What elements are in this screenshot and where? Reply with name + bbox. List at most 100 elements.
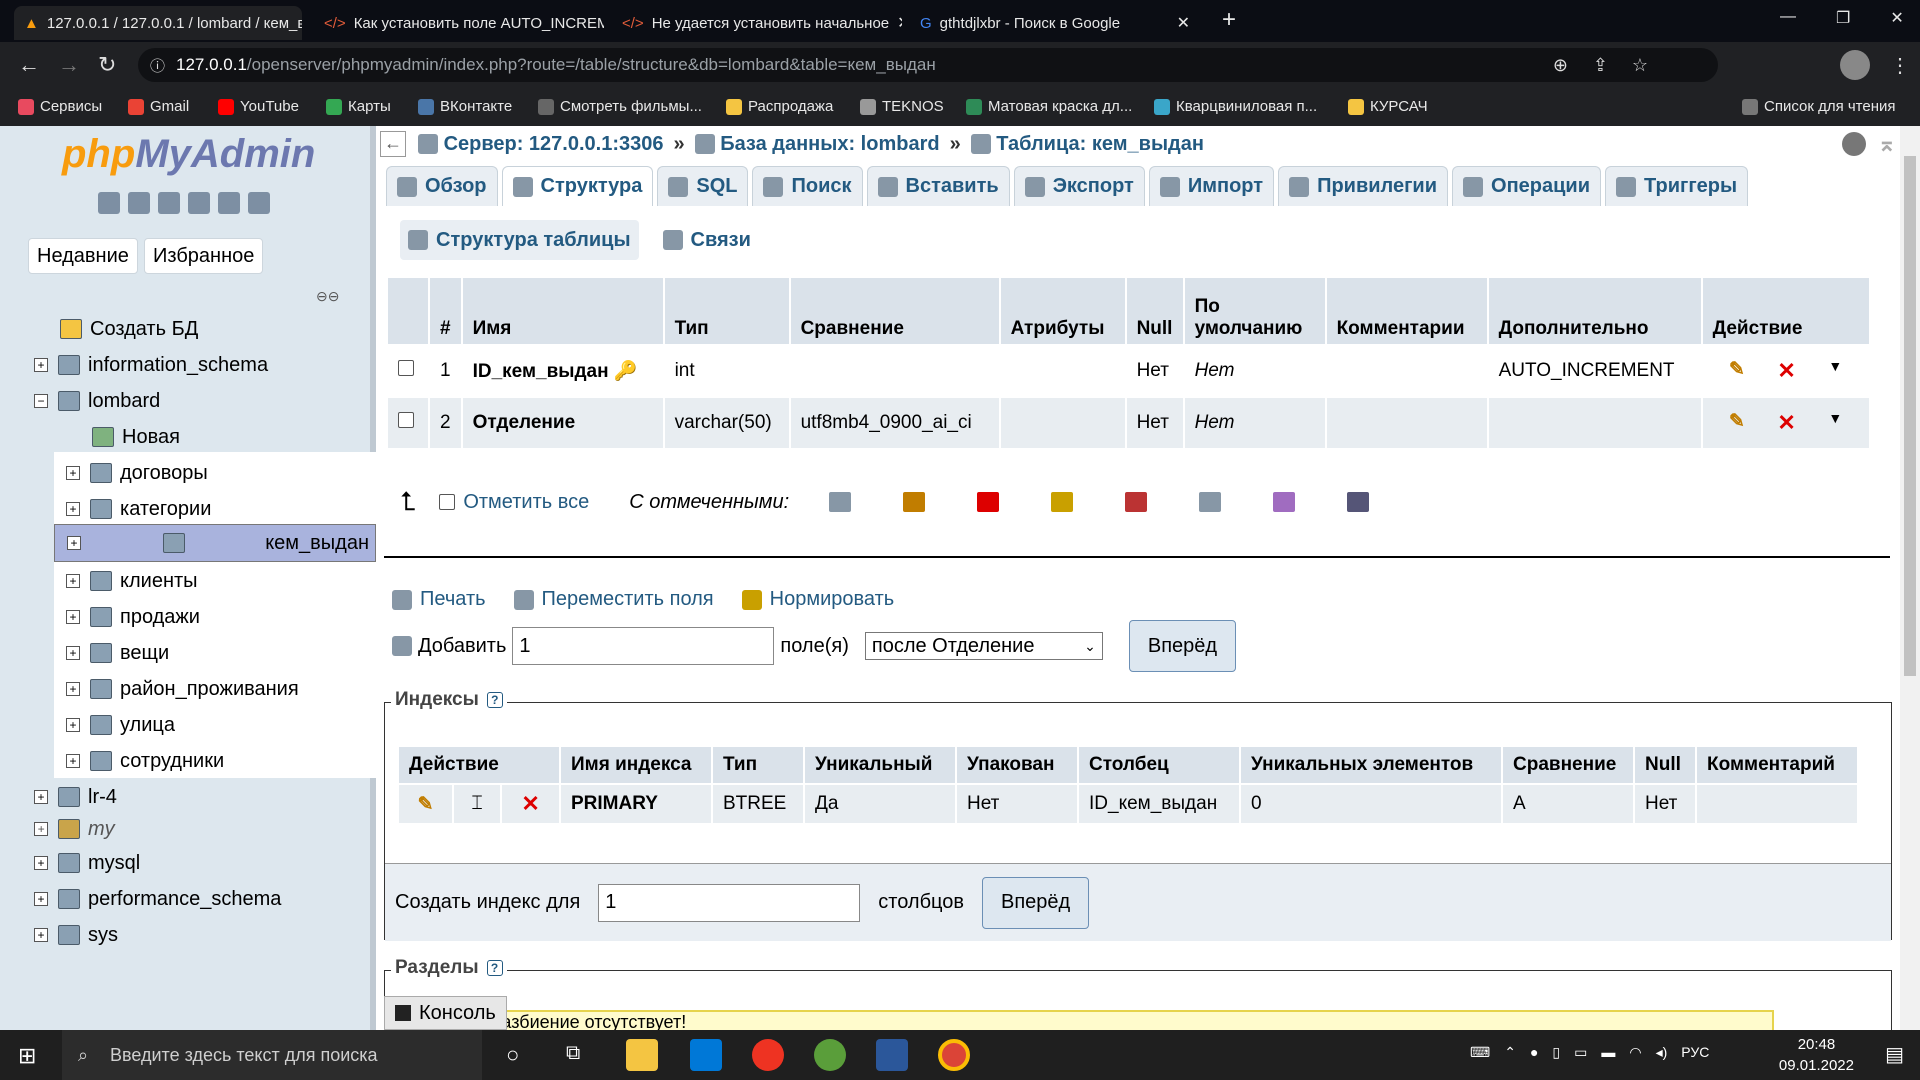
table-new[interactable]: Новая bbox=[92, 420, 180, 454]
zoom-icon[interactable]: ⊕ bbox=[1553, 55, 1568, 76]
expand-icon[interactable]: + bbox=[66, 646, 80, 660]
bookmark-youtube[interactable]: YouTube bbox=[218, 98, 299, 115]
expand-icon[interactable]: + bbox=[34, 856, 48, 870]
collapse-nav-icon[interactable]: ← bbox=[380, 131, 406, 157]
expand-icon[interactable]: + bbox=[66, 718, 80, 732]
volume-icon[interactable]: ◂) bbox=[1656, 1044, 1668, 1061]
delete-icon[interactable]: ✕ bbox=[1777, 358, 1795, 384]
breadcrumb-database[interactable]: База данных: lombard bbox=[720, 133, 939, 156]
home-icon[interactable] bbox=[98, 192, 120, 214]
db-performance-schema[interactable]: + performance_schema bbox=[34, 882, 281, 916]
breadcrumb-table[interactable]: Таблица: кем_выдан bbox=[996, 133, 1204, 156]
expand-icon[interactable]: + bbox=[66, 574, 80, 588]
create-db-item[interactable]: Создать БД bbox=[60, 312, 198, 346]
torrent-icon[interactable] bbox=[814, 1039, 846, 1071]
expand-icon[interactable]: + bbox=[34, 928, 48, 942]
tab-structure[interactable]: Структура bbox=[501, 166, 654, 206]
close-window-icon[interactable]: ✕ bbox=[1890, 8, 1903, 28]
table-item[interactable]: + район_проживания bbox=[66, 672, 299, 706]
help-icon[interactable]: ? bbox=[486, 960, 503, 976]
tab-operations[interactable]: Операции bbox=[1452, 166, 1602, 206]
row-checkbox[interactable] bbox=[398, 360, 414, 376]
dropdown-icon[interactable]: ▼ bbox=[1828, 410, 1842, 436]
exit-icon[interactable] bbox=[128, 192, 150, 214]
tab-insert[interactable]: Вставить bbox=[866, 166, 1010, 206]
notifications-icon[interactable]: ▤ bbox=[1885, 1042, 1904, 1067]
tab-search[interactable]: Поиск bbox=[752, 166, 863, 206]
subtab-table-structure[interactable]: Структура таблицы bbox=[400, 220, 639, 260]
table-item[interactable]: + сотрудники bbox=[66, 744, 224, 778]
task-view-icon[interactable]: ⧉ bbox=[566, 1042, 580, 1065]
clock[interactable]: 20:48 09.01.2022 bbox=[1779, 1034, 1854, 1076]
tab-browse[interactable]: Обзор bbox=[386, 166, 498, 206]
spatial-icon[interactable] bbox=[1273, 492, 1296, 512]
breadcrumb-server[interactable]: Сервер: 127.0.0.1:3306 bbox=[444, 133, 664, 156]
table-item[interactable]: + категории bbox=[66, 492, 211, 526]
bookmark-maps[interactable]: Карты bbox=[326, 98, 391, 115]
subtab-relations[interactable]: Связи bbox=[655, 220, 759, 260]
go-button[interactable]: Вперёд bbox=[1128, 620, 1237, 672]
browser-tab-2[interactable]: </> Как установить поле AUTO_INCREMENT ✕ bbox=[314, 6, 604, 40]
language-indicator[interactable]: РУС bbox=[1681, 1044, 1709, 1061]
row-checkbox[interactable] bbox=[398, 412, 414, 428]
query-icon[interactable] bbox=[158, 192, 180, 214]
index-columns-input[interactable]: 1 bbox=[598, 883, 861, 922]
close-tab-icon[interactable]: ✕ bbox=[1177, 13, 1190, 33]
edit-icon[interactable]: ✎ bbox=[1729, 358, 1745, 384]
docs-icon[interactable] bbox=[188, 192, 210, 214]
close-tab-icon[interactable]: ✕ bbox=[897, 13, 902, 33]
menu-icon[interactable]: ⋮ bbox=[1890, 53, 1910, 78]
check-all-checkbox[interactable] bbox=[439, 494, 456, 510]
reading-list[interactable]: Список для чтения bbox=[1742, 98, 1896, 115]
maximize-icon[interactable]: ❐ bbox=[1836, 8, 1850, 28]
tab-export[interactable]: Экспорт bbox=[1013, 166, 1145, 206]
tab-triggers[interactable]: Триггеры bbox=[1605, 166, 1749, 206]
scrollbar-thumb[interactable] bbox=[1904, 156, 1916, 676]
share-icon[interactable]: ⇪ bbox=[1593, 55, 1608, 76]
explorer-icon[interactable] bbox=[626, 1039, 658, 1071]
scroll-top-icon[interactable]: ⌅ bbox=[1878, 131, 1896, 157]
expand-icon[interactable]: + bbox=[66, 610, 80, 624]
bookmark-vinyl[interactable]: Кварцвиниловая п... bbox=[1154, 98, 1317, 115]
create-index-go-button[interactable]: Вперёд bbox=[982, 876, 1090, 929]
display-icon[interactable]: ▭ bbox=[1574, 1044, 1587, 1061]
position-select[interactable]: после Отделение ⌄ bbox=[864, 632, 1103, 660]
star-icon[interactable]: ☆ bbox=[1632, 55, 1648, 76]
db-information-schema[interactable]: + information_schema bbox=[34, 348, 268, 382]
bookmark-sale[interactable]: Распродажа bbox=[726, 98, 833, 115]
tray-chevron-icon[interactable]: ⌃ bbox=[1504, 1044, 1516, 1061]
browse-icon[interactable] bbox=[829, 492, 852, 512]
favorites-button[interactable]: Избранное bbox=[144, 238, 264, 274]
normalize-link[interactable]: Нормировать bbox=[741, 588, 894, 611]
bookmark-services[interactable]: Сервисы bbox=[18, 98, 102, 115]
edit-icon[interactable] bbox=[903, 492, 926, 512]
move-columns-link[interactable]: Переместить поля bbox=[513, 588, 714, 611]
minimize-icon[interactable]: — bbox=[1780, 8, 1796, 28]
delete-icon[interactable] bbox=[977, 492, 1000, 512]
delete-icon[interactable]: ✕ bbox=[1777, 410, 1795, 436]
delete-icon[interactable]: ✕ bbox=[521, 791, 539, 816]
index-icon[interactable] bbox=[1199, 492, 1222, 512]
wifi-icon[interactable]: ◠ bbox=[1629, 1044, 1641, 1061]
expand-icon[interactable]: + bbox=[34, 892, 48, 906]
browser-tab-active[interactable]: ▲ 127.0.0.1 / 127.0.0.1 / lombard / кем_… bbox=[14, 6, 302, 40]
bookmark-teknos[interactable]: TEKNOS bbox=[860, 98, 944, 115]
db-mysql[interactable]: + mysql bbox=[34, 846, 140, 880]
table-item[interactable]: + договоры bbox=[66, 456, 208, 490]
expand-icon[interactable]: + bbox=[34, 790, 48, 804]
forward-icon[interactable]: → bbox=[58, 52, 80, 78]
print-link[interactable]: Печать bbox=[392, 588, 486, 611]
primary-key-icon[interactable] bbox=[1051, 492, 1074, 512]
tab-privileges[interactable]: Привилегии bbox=[1278, 166, 1449, 206]
table-item[interactable]: + улица bbox=[66, 708, 175, 742]
settings-icon[interactable] bbox=[218, 192, 240, 214]
device-icon[interactable]: ▯ bbox=[1552, 1044, 1560, 1061]
edit-icon[interactable]: ✎ bbox=[1729, 410, 1745, 436]
reload-icon[interactable]: ↻ bbox=[98, 52, 116, 78]
battery-icon[interactable]: ▬ bbox=[1601, 1044, 1615, 1061]
reload-nav-icon[interactable] bbox=[248, 192, 270, 214]
table-item[interactable]: + продажи bbox=[66, 600, 200, 634]
settings-gear-icon[interactable] bbox=[1842, 132, 1866, 156]
table-item[interactable]: + клиенты bbox=[66, 564, 198, 598]
url-input[interactable]: ⓘ 127.0.0.1/openserver/phpmyadmin/index.… bbox=[138, 48, 1718, 82]
